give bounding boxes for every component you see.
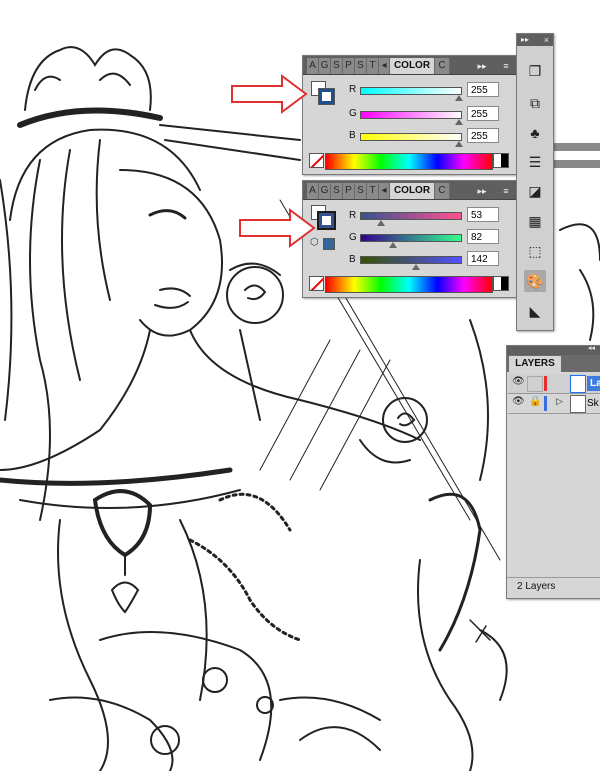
blue-slider[interactable] <box>360 133 462 141</box>
panel-menu-icon[interactable]: ≡ <box>499 58 513 74</box>
tab-transparency[interactable]: T <box>367 58 379 74</box>
tab-pathfinder[interactable]: P <box>343 58 355 74</box>
web-safe-color-swatch[interactable] <box>323 238 335 250</box>
tab-graphic-styles[interactable]: G <box>319 183 331 199</box>
green-value-field[interactable]: 255 <box>467 106 499 121</box>
color-panel-top: A G S P S T ◂ COLOR C ▸▸ ≡ R 255 G 255 B… <box>302 55 518 175</box>
panel-tab-bar: A G S P S T ◂ COLOR C ▸▸ ≡ <box>303 56 517 75</box>
tab-swatches[interactable]: S <box>331 183 343 199</box>
green-slider[interactable] <box>360 234 462 242</box>
layers-status-bar: 2 Layers <box>507 577 600 598</box>
none-color-swatch[interactable] <box>309 276 324 291</box>
black-white-swatch[interactable] <box>493 276 509 291</box>
layer-thumbnail <box>570 375 586 393</box>
red-value-field[interactable]: 53 <box>467 207 499 222</box>
channel-b-label: B <box>349 254 356 265</box>
panel-tab-bar: A G S P S T ◂ COLOR C ▸▸ ≡ <box>303 181 517 200</box>
tab-color-guide[interactable]: C <box>435 183 450 199</box>
red-slider-thumb[interactable] <box>377 220 385 226</box>
tab-color[interactable]: COLOR <box>390 183 435 199</box>
layer-row[interactable]: 👁 🔒 ▷ Sk <box>508 394 600 414</box>
channel-g-label: G <box>349 108 357 119</box>
layers-collapse-button[interactable]: ◂◂ <box>588 344 595 352</box>
stroke-color-swatch[interactable] <box>317 211 336 230</box>
blue-slider-thumb[interactable] <box>455 141 463 147</box>
tab-stroke[interactable]: S <box>355 58 367 74</box>
red-value-field[interactable]: 255 <box>467 82 499 97</box>
red-slider-thumb[interactable] <box>455 95 463 101</box>
tab-appearance[interactable]: A <box>307 58 319 74</box>
pathfinder-icon[interactable]: ◪ <box>524 180 546 202</box>
green-slider-thumb[interactable] <box>389 242 397 248</box>
blue-slider-thumb[interactable] <box>412 264 420 270</box>
club-symbol-icon[interactable]: ♣ <box>524 122 546 144</box>
none-color-swatch[interactable] <box>309 153 324 168</box>
color-palette-icon[interactable]: 🎨 <box>524 270 546 292</box>
panel-collapse-button[interactable]: ▸▸ <box>475 183 489 199</box>
channel-g-label: G <box>349 232 357 243</box>
tab-color[interactable]: COLOR <box>390 58 435 74</box>
color-spectrum-bar[interactable] <box>325 276 493 293</box>
green-value-field[interactable]: 82 <box>467 229 499 244</box>
channel-b-label: B <box>349 130 356 141</box>
red-slider[interactable] <box>360 212 462 220</box>
tab-stroke[interactable]: S <box>355 183 367 199</box>
red-slider[interactable] <box>360 87 462 95</box>
transform-box-icon[interactable]: ⬚ <box>524 240 546 262</box>
layers-panel: ◂◂ LAYERS 👁 La 👁 🔒 ▷ Sk 2 Layers <box>506 345 600 599</box>
panel-menu-icon[interactable]: ≡ <box>499 183 513 199</box>
tab-swatches[interactable]: S <box>331 58 343 74</box>
tab-color-guide[interactable]: C <box>435 58 450 74</box>
tab-appearance[interactable]: A <box>307 183 319 199</box>
new-document-icon[interactable]: ❐ <box>524 60 546 82</box>
green-slider-thumb[interactable] <box>455 119 463 125</box>
channel-r-label: R <box>349 210 357 221</box>
visibility-eye-icon[interactable]: 👁 <box>512 376 525 387</box>
lock-icon[interactable]: 🔒 <box>529 396 541 407</box>
tab-more-arrow[interactable]: ◂ <box>379 183 390 199</box>
layers-panel-header: ◂◂ <box>507 344 600 355</box>
layer-color-indicator <box>544 376 547 391</box>
expand-triangle-icon[interactable]: ▷ <box>556 396 563 407</box>
visibility-eye-icon[interactable]: 👁 <box>512 396 525 407</box>
green-slider[interactable] <box>360 111 462 119</box>
layer-thumbnail <box>570 395 586 413</box>
black-white-swatch[interactable] <box>493 153 509 168</box>
color-panel-bottom: A G S P S T ◂ COLOR C ▸▸ ≡ ⬡ R 53 G 82 B… <box>302 180 518 298</box>
tab-layers[interactable]: LAYERS <box>509 356 562 372</box>
stroke-color-swatch[interactable] <box>318 88 335 105</box>
tab-transparency[interactable]: T <box>367 183 379 199</box>
callout-arrow-bottom <box>239 208 316 248</box>
color-spectrum-bar[interactable] <box>325 153 493 170</box>
tab-graphic-styles[interactable]: G <box>319 58 331 74</box>
lock-toggle[interactable] <box>527 376 543 392</box>
layer-name[interactable]: La <box>587 376 600 391</box>
swatches-grid-icon[interactable]: ▦ <box>524 210 546 232</box>
dock-collapse-button[interactable]: ▸▸ <box>521 34 529 46</box>
panel-icon-dock: ▸▸ × ❐ ⧉ ♣ ☰ ◪ ▦ ⬚ 🎨 ◣ <box>516 33 554 331</box>
blue-value-field[interactable]: 255 <box>467 128 499 143</box>
blue-slider[interactable] <box>360 256 462 264</box>
layer-row[interactable]: 👁 La <box>508 374 600 394</box>
panel-collapse-button[interactable]: ▸▸ <box>475 58 489 74</box>
gradient-icon[interactable]: ◣ <box>524 300 546 322</box>
layers-stack-icon[interactable]: ⧉ <box>524 92 546 114</box>
dock-header: ▸▸ × <box>517 34 553 46</box>
blue-value-field[interactable]: 142 <box>467 251 499 266</box>
dock-close-button[interactable]: × <box>544 34 549 46</box>
tab-pathfinder[interactable]: P <box>343 183 355 199</box>
layer-name[interactable]: Sk <box>587 396 599 411</box>
layer-color-indicator <box>544 396 547 411</box>
layers-count: 2 Layers <box>517 581 556 592</box>
tab-more-arrow[interactable]: ◂ <box>379 58 390 74</box>
stroke-lines-icon[interactable]: ☰ <box>524 151 546 173</box>
layers-tab-bar: LAYERS <box>507 355 600 372</box>
callout-arrow-top <box>231 74 308 114</box>
channel-r-label: R <box>349 84 357 95</box>
